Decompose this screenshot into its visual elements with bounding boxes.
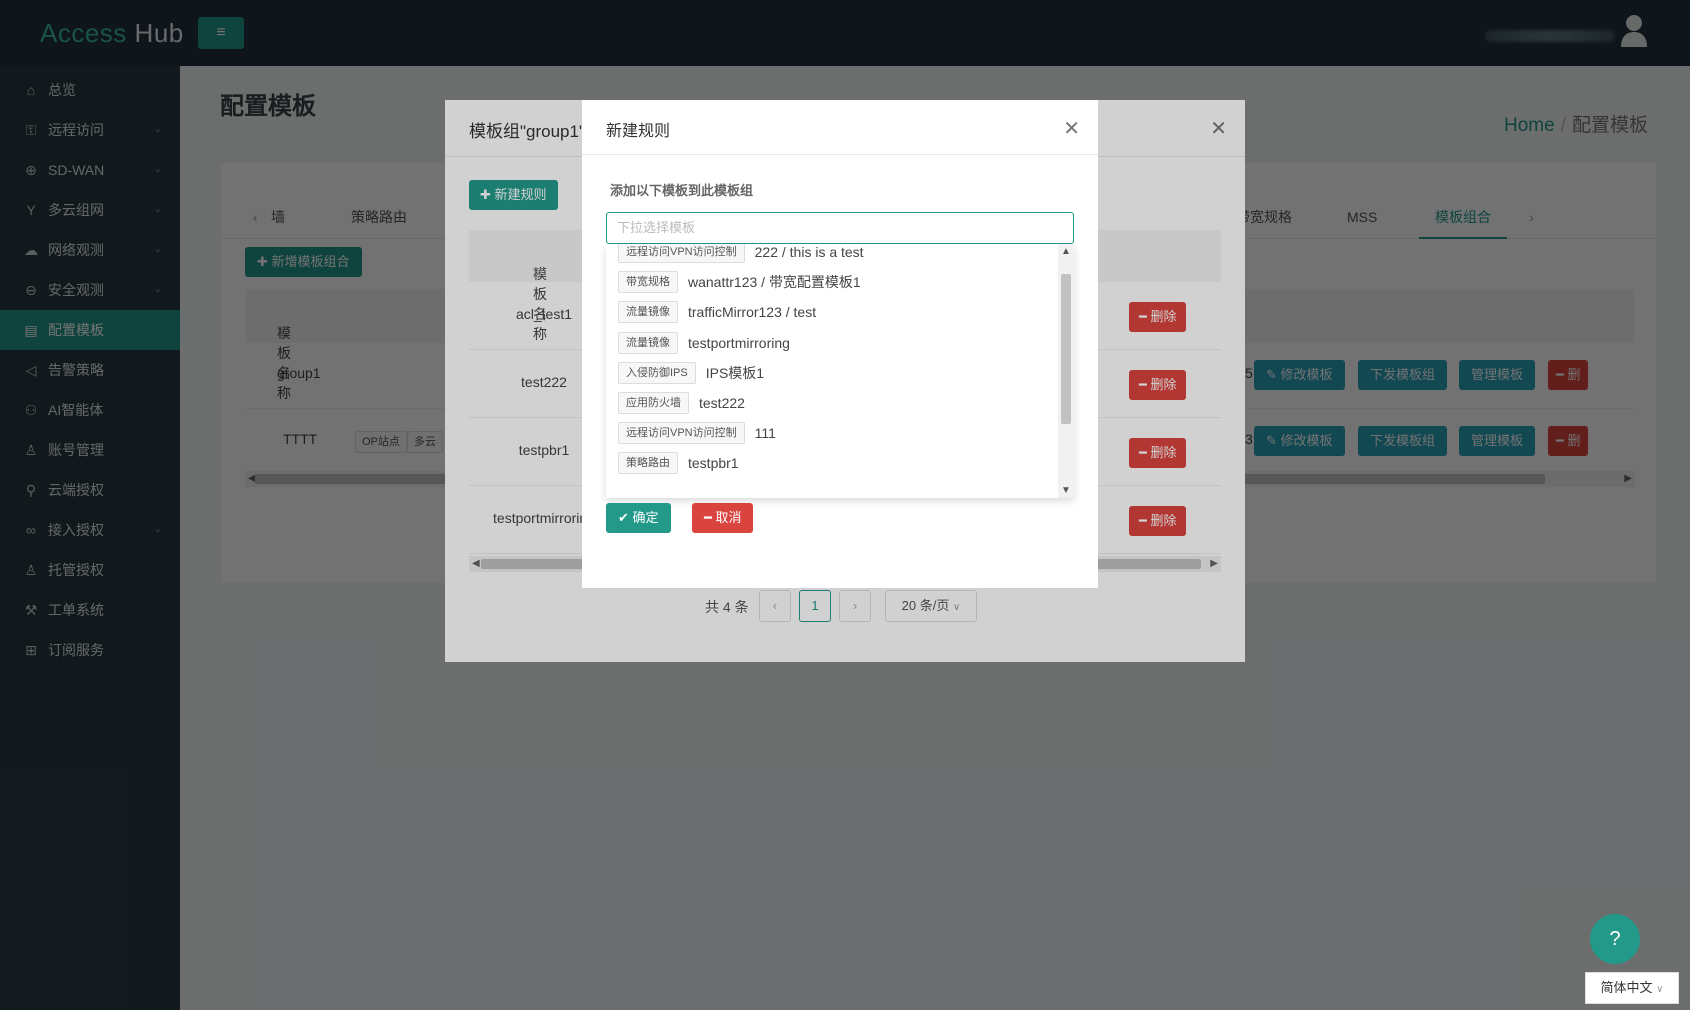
dropdown-option[interactable]: 流量镜像 trafficMirror123 / test	[618, 296, 816, 328]
template-type-tag: 远程访问VPN访问控制	[618, 244, 745, 263]
help-button[interactable]: ?	[1590, 914, 1640, 964]
template-type-tag: 带宽规格	[618, 271, 678, 294]
scroll-down-icon: ▼	[1061, 485, 1071, 496]
option-label: wanattr123 / 带宽配置模板1	[688, 274, 861, 291]
template-type-tag: 流量镜像	[618, 301, 678, 324]
close-icon[interactable]: ✕	[1063, 116, 1080, 141]
modal-title: 新建规则	[606, 123, 671, 140]
question-icon: ?	[1609, 928, 1621, 950]
option-label: 111	[754, 425, 776, 442]
template-select-input[interactable]: 下拉选择模板	[606, 212, 1074, 244]
dropdown-option[interactable]: 远程访问VPN访问控制 222 / this is a test	[618, 244, 864, 268]
dropdown-option[interactable]: 流量镜像 testportmirroring	[618, 327, 790, 359]
option-label: 222 / this is a test	[754, 244, 864, 260]
option-label: trafficMirror123 / test	[688, 304, 817, 321]
template-type-tag: 流量镜像	[618, 331, 678, 354]
template-dropdown: 策略路由 testpbr1 远程访问VPN访问控制 111 应用防火墙 test222 入侵…	[606, 244, 1074, 498]
dropdown-option[interactable]: 应用防火墙 test222	[618, 387, 745, 419]
option-label: test222	[699, 395, 745, 411]
form-label: 添加以下模板到此模板组	[610, 183, 754, 198]
confirm-button[interactable]: ✔ 确定	[606, 503, 671, 533]
cancel-button[interactable]: ━ 取消	[692, 503, 754, 533]
option-label: testportmirroring	[688, 334, 790, 351]
dropdown-option[interactable]: 带宽规格 wanattr123 / 带宽配置模板1	[618, 266, 861, 298]
template-type-tag: 入侵防御IPS	[618, 361, 696, 384]
new-rule-modal: 新建规则 ✕ 添加以下模板到此模板组 下拉选择模板 策略路由 testpbr1 远程…	[582, 100, 1098, 588]
language-select[interactable]: 简体中文 ∨	[1585, 972, 1679, 1004]
option-label: IPS模板1	[705, 364, 765, 381]
template-type-tag: 策略路由	[618, 452, 678, 475]
template-type-tag: 应用防火墙	[618, 392, 689, 414]
dropdown-option[interactable]: 远程访问VPN访问控制 111	[618, 417, 776, 449]
option-label: testpbr1	[688, 455, 739, 472]
vertical-scrollbar[interactable]: ▲ ▼	[1058, 244, 1074, 498]
scroll-up-icon: ▲	[1061, 246, 1071, 257]
dropdown-option[interactable]: 策略路由 testpbr1	[618, 447, 739, 479]
chevron-down-icon: ∨	[1656, 984, 1664, 995]
template-type-tag: 远程访问VPN访问控制	[618, 422, 745, 445]
dropdown-option[interactable]: 入侵防御IPS IPS模板1	[618, 357, 764, 389]
